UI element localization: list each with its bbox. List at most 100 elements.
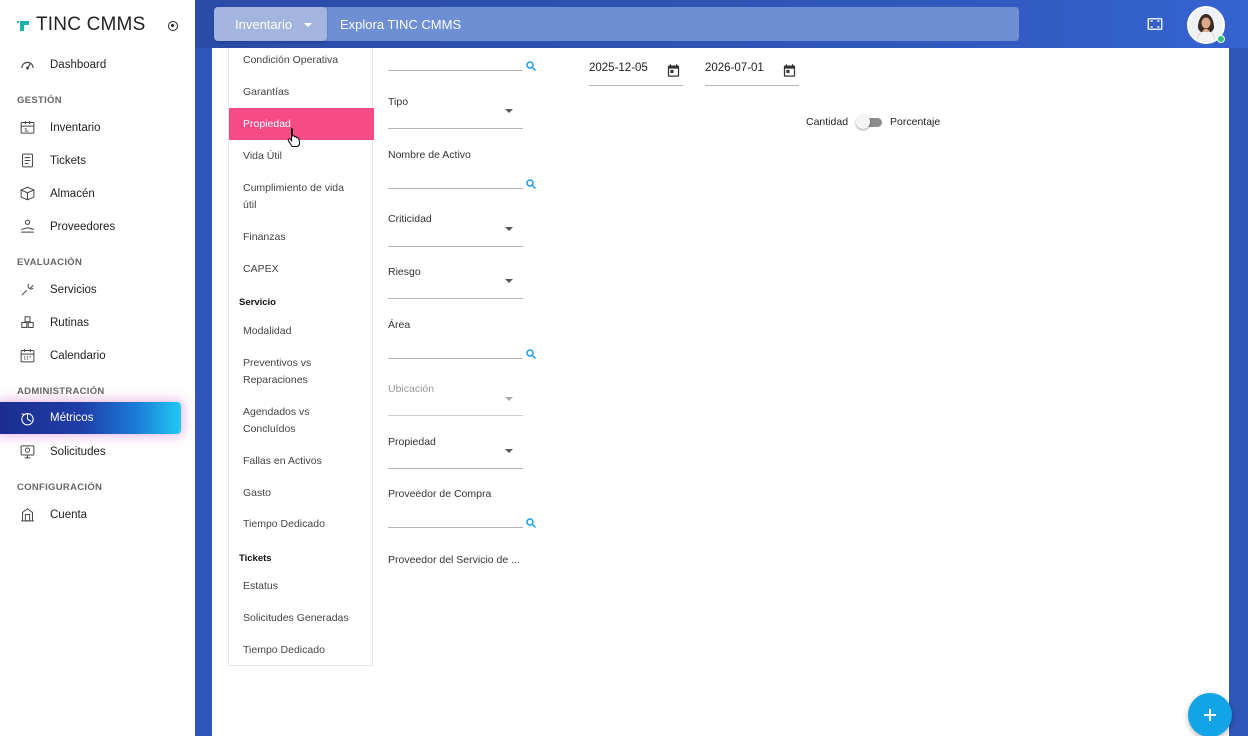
filter-riesgo-label: Riesgo <box>388 266 421 278</box>
report-item-tiempo-dedicado[interactable]: Tiempo Dedicado <box>229 516 374 533</box>
module-select[interactable]: Inventario <box>214 7 327 41</box>
section-title: GESTIÓN <box>17 95 62 106</box>
account-icon <box>18 506 36 524</box>
sidebar-item-label: Almacén <box>50 187 95 200</box>
report-item-vida-util[interactable]: Vida Útil <box>229 148 374 165</box>
filter-proveedor-compra-input[interactable] <box>388 527 523 528</box>
filter-proveedor-servicio-label: Proveedor del Servicio de ... <box>388 554 520 566</box>
calendar-icon[interactable] <box>782 63 797 78</box>
report-item-fallas-en-activos[interactable]: Fallas en Activos <box>229 453 374 470</box>
filter-ubicacion-select <box>388 415 523 416</box>
report-item-garantias[interactable]: Garantías <box>229 84 374 101</box>
tickets-icon <box>18 152 36 170</box>
filter-criticidad-label: Criticidad <box>388 213 432 225</box>
quantity-percentage-toggle-group: Cantidad Porcentaje <box>806 114 940 130</box>
calendar-icon <box>18 347 36 365</box>
filter-propiedad-label: Propiedad <box>388 436 436 448</box>
requests-icon <box>18 443 36 461</box>
wrench-icon <box>18 281 36 299</box>
report-item-modalidad[interactable]: Modalidad <box>229 323 374 340</box>
sidebar-item-inventario[interactable]: Inventario <box>0 111 195 144</box>
add-button[interactable] <box>1188 693 1232 736</box>
start-date-field[interactable]: 2025-12-05 <box>589 60 683 86</box>
global-search-placeholder[interactable]: Explora TINC CMMS <box>340 17 461 32</box>
sidebar-item-calendario[interactable]: Calendario <box>0 339 195 372</box>
sidebar-pin-icon[interactable] <box>168 21 178 31</box>
sidebar: TINC CMMS Dashboard GESTIÓN Inventario T… <box>0 0 195 736</box>
report-item-cumplimiento-vida-util[interactable]: Cumplimiento de vida útil <box>229 180 349 214</box>
chevron-down-icon <box>304 23 312 27</box>
filter-area-input[interactable] <box>388 358 523 359</box>
report-item-tiempo-dedicado-tickets[interactable]: Tiempo Dedicado <box>229 642 374 659</box>
filter-nombre-activo-input[interactable] <box>388 188 523 189</box>
app-title: TINC CMMS <box>36 14 146 35</box>
sidebar-item-servicios[interactable]: Servicios <box>0 273 195 306</box>
sidebar-item-label: Cuenta <box>50 508 88 521</box>
sidebar-item-label: Servicios <box>50 283 97 296</box>
sidebar-item-label: Rutinas <box>50 316 89 329</box>
quantity-percentage-switch[interactable] <box>856 115 883 129</box>
sidebar-item-label: Solicitudes <box>50 445 106 458</box>
module-select-value: Inventario <box>235 16 293 32</box>
search-icon[interactable] <box>525 517 537 529</box>
sidebar-item-label: Métricos <box>50 412 94 424</box>
report-item-solicitudes-generadas[interactable]: Solicitudes Generadas <box>229 610 374 627</box>
filter-criticidad-select[interactable] <box>388 246 523 247</box>
sidebar-item-label: Proveedores <box>50 220 116 233</box>
report-item-gasto[interactable]: Gasto <box>229 485 374 502</box>
report-item-finanzas[interactable]: Finanzas <box>229 229 374 246</box>
report-item-agendados-vs-concluidos[interactable]: Agendados vs Concluídos <box>229 404 329 438</box>
report-item-estatus[interactable]: Estatus <box>229 578 374 595</box>
content-frame-right <box>1229 48 1248 736</box>
dropdown-arrow-icon[interactable] <box>505 227 513 231</box>
filter-area-label: Área <box>388 319 411 331</box>
global-search-bar[interactable] <box>214 7 1019 41</box>
end-date-field[interactable]: 2026-07-01 <box>705 60 799 86</box>
report-item-condicion-operativa[interactable]: Condición Operativa <box>229 52 374 69</box>
supplier-icon <box>18 218 36 236</box>
fullscreen-icon[interactable] <box>1146 15 1164 33</box>
report-section-tickets: Tickets <box>239 553 272 564</box>
report-item-capex[interactable]: CAPEX <box>229 261 374 278</box>
filter-proveedor-compra-label: Proveedor de Compra <box>388 488 492 500</box>
sidebar-item-almacen[interactable]: Almacén <box>0 177 195 210</box>
dropdown-arrow-icon[interactable] <box>505 109 513 113</box>
pointer-cursor-icon <box>287 128 301 147</box>
online-status-indicator <box>1217 35 1225 43</box>
start-date-value: 2025-12-05 <box>589 62 648 74</box>
filter-tipo-label: Tipo <box>388 96 409 108</box>
sidebar-item-cuenta[interactable]: Cuenta <box>0 498 195 531</box>
dropdown-arrow-icon[interactable] <box>505 279 513 283</box>
section-title: CONFIGURACIÓN <box>17 482 103 493</box>
boxes-icon <box>18 314 36 332</box>
sidebar-item-dashboard[interactable]: Dashboard <box>0 48 195 81</box>
sidebar-item-proveedores[interactable]: Proveedores <box>0 210 195 243</box>
sidebar-item-rutinas[interactable]: Rutinas <box>0 306 195 339</box>
plus-icon <box>1204 709 1216 721</box>
content-frame-left <box>195 48 212 736</box>
box-icon <box>18 185 36 203</box>
gauge-icon <box>18 56 36 74</box>
filter-tipo-select[interactable] <box>388 128 523 129</box>
sidebar-item-tickets[interactable]: Tickets <box>0 144 195 177</box>
search-icon[interactable] <box>525 348 537 360</box>
sidebar-item-solicitudes[interactable]: Solicitudes <box>0 435 195 468</box>
dropdown-arrow-icon[interactable] <box>505 449 513 453</box>
filter-riesgo-select[interactable] <box>388 298 523 299</box>
report-section-servicio: Servicio <box>239 297 276 308</box>
section-title: ADMINISTRACIÓN <box>17 386 105 397</box>
search-icon[interactable] <box>525 178 537 190</box>
sidebar-item-label: Dashboard <box>50 58 107 71</box>
calendar-icon[interactable] <box>666 63 681 78</box>
section-title: EVALUACIÓN <box>17 257 83 268</box>
filter-propiedad-select[interactable] <box>388 468 523 469</box>
sidebar-item-metricos[interactable]: Métricos <box>0 402 181 434</box>
search-icon[interactable] <box>525 60 537 72</box>
filter-ubicacion-label: Ubicación <box>388 383 435 395</box>
sidebar-item-label: Inventario <box>50 121 101 134</box>
report-item-preventivos-vs-reparaciones[interactable]: Preventivos vs Reparaciones <box>229 355 329 389</box>
dropdown-arrow-icon <box>505 397 513 401</box>
top-search-field[interactable] <box>388 70 523 71</box>
inventory-icon <box>18 119 36 137</box>
brand[interactable]: TINC CMMS <box>17 13 145 37</box>
